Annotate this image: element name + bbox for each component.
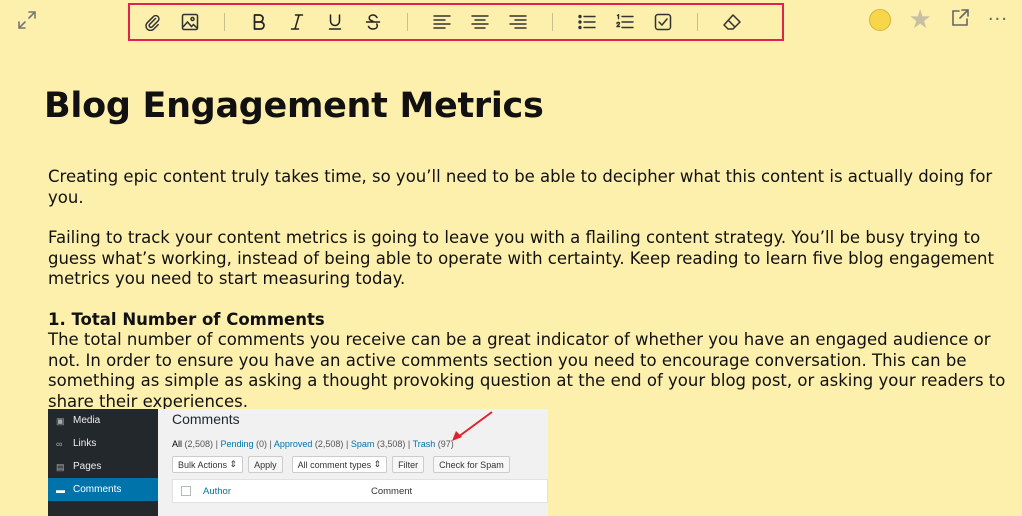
- section-body: The total number of comments you receive…: [48, 330, 1006, 411]
- image-icon[interactable]: [180, 12, 200, 32]
- section-heading: 1. Total Number of Comments: [48, 309, 325, 329]
- wp-bulk-row: Bulk Actions ⇕ Apply All comment types ⇕…: [172, 456, 510, 473]
- wp-main: Comments All (2,508) | Pending (0) | App…: [158, 409, 548, 516]
- wp-sidebar: ▣ Media ∞ Links ▤ Pages ▬ Comments: [48, 409, 158, 516]
- wp-col-comment: Comment: [371, 485, 413, 497]
- toolbar-divider: [552, 13, 553, 31]
- wp-apply-button: Apply: [248, 456, 283, 473]
- comment-icon: ▬: [56, 484, 65, 495]
- wp-sidebar-item-links: ∞ Links: [56, 438, 97, 449]
- embedded-comments-screenshot: ▣ Media ∞ Links ▤ Pages ▬ Comments Comments …: [48, 409, 548, 516]
- more-options-icon[interactable]: ···: [988, 11, 1008, 29]
- open-in-new-window-icon[interactable]: [950, 8, 970, 32]
- formatting-toolbar: [128, 3, 784, 41]
- eraser-icon[interactable]: [722, 12, 742, 32]
- wp-comment-filters: All (2,508) | Pending (0) | Approved (2,…: [172, 439, 454, 449]
- strikethrough-icon[interactable]: [363, 12, 383, 32]
- expand-icon[interactable]: [16, 9, 38, 31]
- note-actions: ★ ···: [868, 7, 1008, 33]
- star-icon[interactable]: ★: [909, 7, 932, 33]
- underline-icon[interactable]: [325, 12, 345, 32]
- wp-comments-heading: Comments: [172, 411, 240, 427]
- note-body[interactable]: Creating epic content truly takes time, …: [48, 167, 1008, 412]
- wp-sidebar-item-media: ▣ Media: [56, 415, 101, 426]
- paragraph-1: Creating epic content truly takes time, …: [48, 167, 993, 207]
- bold-icon[interactable]: [249, 12, 269, 32]
- wp-comments-table-header: Author Comment: [172, 479, 548, 503]
- note-title[interactable]: Blog Engagement Metrics: [44, 86, 544, 126]
- wp-comment-types-select: All comment types ⇕: [291, 456, 388, 473]
- media-icon: ▣: [56, 415, 65, 426]
- paragraph-2: Failing to track your content metrics is…: [48, 228, 994, 288]
- wp-sidebar-item-comments: ▬ Comments: [48, 478, 158, 501]
- wp-check-spam-button: Check for Spam: [433, 456, 510, 473]
- link-icon: ∞: [56, 438, 63, 449]
- numbered-list-icon[interactable]: [615, 12, 635, 32]
- bulleted-list-icon[interactable]: [577, 12, 597, 32]
- pages-icon: ▤: [56, 461, 65, 472]
- wp-filter-button: Filter: [392, 456, 425, 473]
- wp-col-author: Author: [203, 485, 231, 497]
- toolbar-divider: [697, 13, 698, 31]
- wp-select-all-checkbox: [181, 486, 191, 496]
- checkbox-icon[interactable]: [653, 12, 673, 32]
- toolbar-divider: [407, 13, 408, 31]
- wp-bulk-actions-select: Bulk Actions ⇕: [172, 456, 244, 473]
- italic-icon[interactable]: [287, 12, 307, 32]
- note-color-button[interactable]: [868, 9, 891, 31]
- align-center-icon[interactable]: [470, 12, 490, 32]
- red-arrow-annotation: [452, 411, 493, 441]
- wp-sidebar-item-pages: ▤ Pages: [56, 461, 102, 472]
- align-right-icon[interactable]: [508, 12, 528, 32]
- attach-icon[interactable]: [142, 12, 162, 32]
- toolbar-divider: [224, 13, 225, 31]
- align-left-icon[interactable]: [432, 12, 452, 32]
